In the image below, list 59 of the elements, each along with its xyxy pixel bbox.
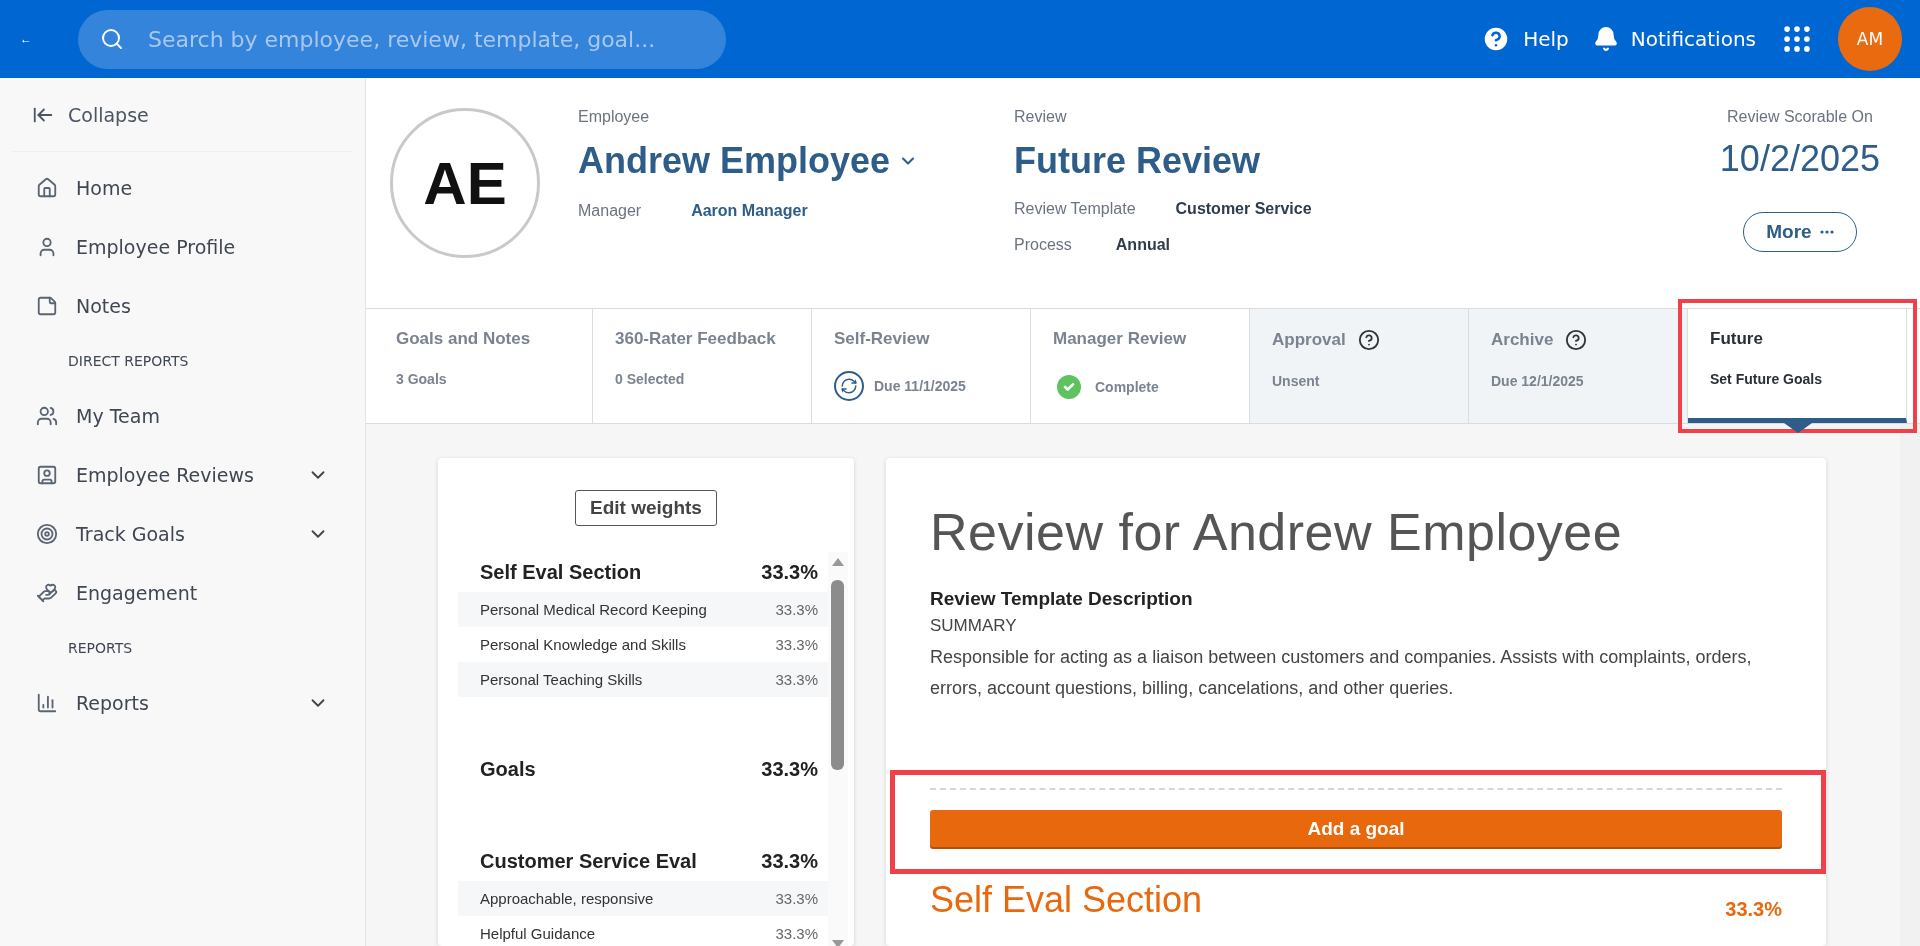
bell-icon (1592, 26, 1619, 52)
employee-name-dropdown[interactable]: Andrew Employee (578, 140, 1014, 182)
scorable-date: 10/2/2025 (1719, 138, 1880, 180)
weight-row: Personal Teaching Skills 33.3% (458, 662, 828, 697)
nav-item[interactable]: Engagement (12, 563, 353, 622)
note-icon (36, 294, 58, 317)
ellipsis-icon (1819, 230, 1834, 234)
help-link[interactable]: Help (1481, 24, 1569, 54)
nav-item[interactable]: Reports (12, 673, 353, 732)
field-label: Manager (578, 202, 642, 220)
nav-section-heading: REPORTS (68, 639, 133, 656)
search-icon (100, 27, 124, 51)
nav-item[interactable]: My Team (12, 386, 353, 445)
section-weight: 33.3% (761, 757, 818, 781)
section-heading: Self Eval Section (930, 879, 1203, 921)
people-icon (36, 404, 58, 427)
weight-row-text: Personal Knowledge and Skills 33.3% (479, 635, 819, 655)
section-weight: 33.3% (761, 560, 818, 584)
nav-item[interactable]: Track Goals (12, 504, 353, 563)
nav-item[interactable]: Employee Reviews (12, 445, 353, 504)
nav-item[interactable]: Notes (12, 276, 353, 335)
section-weight: 33.3% (1725, 898, 1782, 921)
edit-weights-button[interactable]: Edit weights (575, 490, 717, 526)
search-bar[interactable]: Search by employee, review, template, goal... (78, 9, 726, 69)
section-title: Self Eval Section (480, 560, 642, 584)
manager-link[interactable]: Aaron Manager (691, 202, 808, 220)
summary-label: SUMMARY (930, 616, 1018, 636)
back-link[interactable]: ← (20, 32, 54, 46)
section-title: Customer Service Eval (480, 849, 697, 873)
field-label: Process (1014, 236, 1072, 254)
section-title: Goals (480, 757, 536, 781)
notifications-link[interactable]: Notifications (1592, 26, 1756, 52)
home-icon (36, 176, 58, 199)
bar-chart-icon (36, 691, 58, 714)
field-value: Annual (1115, 236, 1170, 254)
target-icon (36, 522, 58, 545)
field-label: Review Template (1014, 200, 1136, 218)
sync-icon (834, 371, 864, 401)
collapse-button[interactable]: Collapse (12, 78, 353, 152)
nav-item[interactable]: Employee Profile (12, 217, 353, 276)
weight-row: Approachable, responsive 33.3% (458, 881, 828, 916)
summary-text: Responsible for acting as a liaison between customers and companies. Assists with complaints, orders, errors, account questions, billing, cancelations, and other queries. (930, 646, 1753, 700)
field-label: Review (1014, 108, 1068, 126)
field-value: Customer Service (1175, 200, 1312, 218)
badge-icon (36, 463, 58, 486)
review-title: Review for Andrew Employee (930, 502, 1624, 562)
field-label: Employee (578, 108, 651, 126)
weight-row: Personal Medical Record Keeping 33.3% (458, 592, 828, 627)
description-label: Review Template Description (930, 588, 1194, 610)
section-weight: 33.3% (761, 849, 818, 873)
hand-heart-icon (36, 581, 58, 604)
field-label: Review Scorable On (1727, 108, 1873, 126)
weight-row-text: Helpful Guidance 33.3% (479, 924, 819, 944)
review-name: Future Review (1014, 140, 1262, 182)
nav-item[interactable]: Home (12, 158, 353, 217)
more-button[interactable]: More (1743, 212, 1857, 252)
employee-avatar: AE (390, 108, 540, 258)
nav-section-heading: DIRECT REPORTS (68, 352, 189, 369)
search-field[interactable]: Search by employee, review, template, goal... (146, 25, 704, 53)
